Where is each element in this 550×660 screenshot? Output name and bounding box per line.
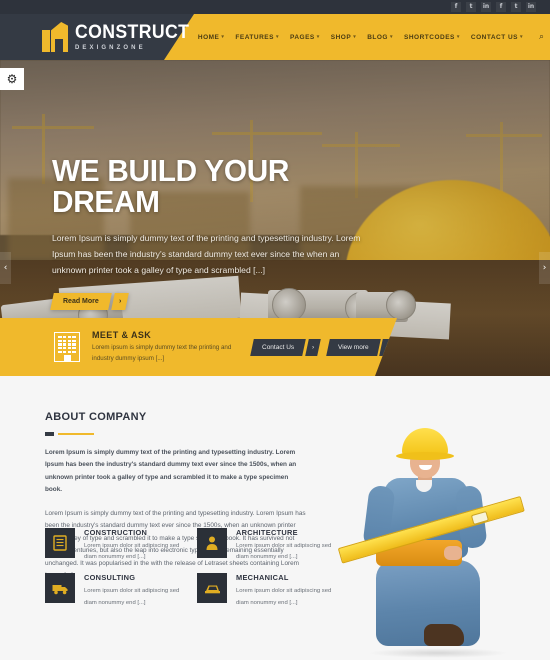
search-icon[interactable]: ⌕ — [539, 32, 544, 42]
nav-label: CONTACT US — [470, 33, 519, 41]
social-linkedin-icon[interactable]: in — [526, 2, 536, 12]
person-icon — [197, 528, 227, 558]
logo-subtitle: DEXIGNZONE — [75, 45, 146, 51]
social-linkedin-icon[interactable]: in — [481, 2, 491, 12]
chevron-down-icon: ▾ — [275, 34, 279, 40]
chevron-down-icon: ▾ — [221, 34, 225, 40]
social-facebook-icon[interactable]: f — [496, 2, 506, 12]
service-description: Lorem ipsum dolor sit adipiscing sed dia… — [84, 543, 180, 561]
nav-item-contact-us[interactable]: CONTACT US ▾ — [471, 34, 523, 41]
contact-us-button[interactable]: Contact Us › — [252, 339, 319, 356]
about-section: ABOUT COMPANY Lorem Ipsum is simply dumm… — [0, 376, 550, 660]
hero-description: Lorem Ipsum is simply dummy text of the … — [52, 233, 361, 275]
view-more-button[interactable]: View more › — [328, 339, 393, 356]
building-icon — [45, 528, 75, 558]
meet-title: MEET & ASK — [92, 329, 152, 340]
service-title: CONSULTING — [84, 573, 136, 583]
nav-item-pages[interactable]: PAGES ▾ — [290, 34, 320, 41]
social-facebook-icon[interactable]: f — [451, 2, 461, 12]
chevron-down-icon: ▾ — [456, 34, 460, 40]
chevron-down-icon: ▾ — [353, 34, 357, 40]
social-twitter-icon[interactable]: t — [511, 2, 521, 12]
chevron-down-icon: ▾ — [316, 34, 320, 40]
about-heading: ABOUT COMPANY — [45, 411, 147, 423]
nav-item-features[interactable]: FEATURES ▾ — [235, 34, 279, 41]
service-description: Lorem ipsum dolor sit adipiscing sed dia… — [84, 588, 180, 606]
nav-label: FEATURES — [235, 33, 274, 41]
service-title: CONSTRUCTION — [84, 528, 148, 537]
logo-text: CONSTRUCT DEXIGNZONE — [75, 23, 198, 51]
truck-icon — [45, 573, 75, 604]
service-item-construction[interactable]: CONSTRUCTION Lorem ipsum dolor sit adipi… — [45, 528, 183, 563]
slider-prev-arrow-icon[interactable]: ‹ — [0, 252, 11, 284]
service-item-mechanical[interactable]: MECHANICAL Lorem ipsum dolor sit adipisc… — [197, 573, 335, 608]
top-social-bar: f t in f t in — [0, 0, 550, 14]
view-more-label: View more — [337, 343, 369, 351]
nav-item-home[interactable]: HOME ▾ — [198, 34, 225, 41]
service-item-architecture[interactable]: ARCHITECTURE Lorem ipsum dolor sit adipi… — [197, 528, 335, 563]
nav-item-shortcodes[interactable]: SHORTCODES ▾ — [404, 34, 460, 41]
service-description: Lorem ipsum dolor sit adipiscing sed dia… — [236, 588, 332, 606]
social-links: f t in f t in — [451, 2, 536, 12]
contact-us-label: Contact Us — [262, 343, 295, 351]
chevron-right-icon: › — [118, 297, 122, 305]
service-title: ARCHITECTURE — [236, 528, 298, 537]
services-grid: CONSTRUCTION Lorem ipsum dolor sit adipi… — [45, 528, 335, 609]
read-more-label: Read More — [63, 297, 99, 305]
nav-label: SHORTCODES — [404, 33, 455, 41]
meet-buttons: Contact Us › View more › — [252, 339, 393, 356]
meet-text-block: MEET & ASK Lorem ipsum is simply dummy t… — [92, 330, 232, 364]
chevron-down-icon: ▾ — [389, 34, 393, 40]
worker-photo — [337, 420, 540, 660]
nav-item-shop[interactable]: SHOP ▾ — [331, 34, 356, 41]
chevron-right-icon: › — [311, 343, 314, 351]
settings-gear-icon[interactable]: ⚙ — [0, 68, 24, 90]
site-header: CONSTRUCT DEXIGNZONE HOME ▾ FEATURES ▾ P… — [0, 14, 550, 60]
meet-and-ask-band: MEET & ASK Lorem ipsum is simply dummy t… — [0, 318, 397, 376]
building-icon — [54, 332, 80, 362]
nav-label: HOME — [197, 33, 220, 41]
meet-description: Lorem ipsum is simply dummy text the pri… — [92, 343, 232, 362]
read-more-button[interactable]: Read More › — [50, 292, 129, 310]
slider-next-arrow-icon[interactable]: › — [539, 252, 550, 284]
site-logo[interactable]: CONSTRUCT DEXIGNZONE — [42, 22, 198, 52]
hero-title: WE BUILD YOUR DREAM — [52, 153, 290, 219]
social-twitter-icon[interactable]: t — [466, 2, 476, 12]
nav-item-blog[interactable]: BLOG ▾ — [367, 34, 393, 41]
logo-title: CONSTRUCT — [75, 22, 190, 43]
machine-icon — [197, 573, 227, 604]
chevron-down-icon: ▾ — [520, 34, 524, 40]
service-title: MECHANICAL — [236, 573, 289, 583]
hero-content: WE BUILD YOUR DREAM Lorem Ipsum is simpl… — [50, 153, 382, 310]
homepage: f t in f t in CONSTRUCT DEXIGNZONE HOME … — [0, 0, 550, 660]
service-item-consulting[interactable]: CONSULTING Lorem ipsum dolor sit adipisc… — [45, 573, 183, 608]
about-paragraph-1: Lorem Ipsum is simply dummy text of the … — [45, 449, 297, 494]
nav-label: PAGES — [289, 33, 315, 41]
logo-building-icon — [42, 22, 68, 52]
service-description: Lorem ipsum dolor sit adipiscing sed dia… — [236, 543, 332, 561]
nav-label: SHOP — [330, 33, 352, 41]
main-navigation: HOME ▾ FEATURES ▾ PAGES ▾ SHOP ▾ BLOG ▾ … — [198, 14, 550, 60]
nav-label: BLOG — [367, 33, 388, 41]
heading-divider — [45, 432, 300, 436]
